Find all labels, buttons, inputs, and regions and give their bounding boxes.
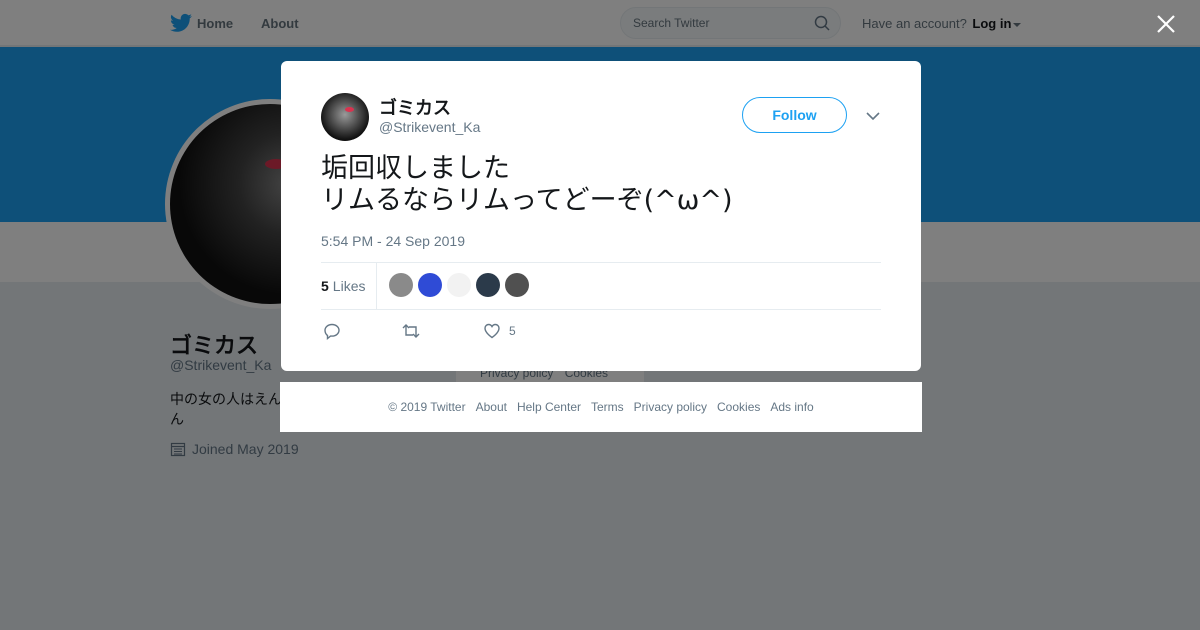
liker-avatars [389,273,529,297]
tweet-modal: ゴミカス @Strikevent_Ka Follow 垢回収しました リムるなら… [281,61,921,371]
liker-avatar[interactable] [447,273,471,297]
tweet-text-line: 垢回収しました [321,153,510,184]
follow-button[interactable]: Follow [742,97,847,133]
close-icon[interactable] [1155,13,1177,35]
author-avatar[interactable] [321,93,369,141]
footer-link-terms[interactable]: Terms [591,400,624,414]
liker-avatar[interactable] [505,273,529,297]
reply-button[interactable] [323,322,341,340]
divider [376,262,377,310]
likes-label: Likes [332,278,366,294]
heart-icon [484,323,500,339]
footer-link-privacy[interactable]: Privacy policy [634,400,707,414]
footer-link-about[interactable]: About [476,400,507,414]
liker-avatar[interactable] [476,273,500,297]
like-button[interactable]: 5 [483,322,516,340]
like-count: 5 [509,324,516,338]
footer-link-cookies[interactable]: Cookies [717,400,760,414]
author-name[interactable]: ゴミカス [379,94,451,120]
divider [321,262,881,263]
author-handle[interactable]: @Strikevent_Ka [379,119,480,135]
modal-footer: © 2019 Twitter About Help Center Terms P… [280,382,922,432]
chevron-down-icon[interactable] [865,108,881,124]
tweet-timestamp[interactable]: 5:54 PM - 24 Sep 2019 [321,233,465,249]
tweet-text-line: リムるならリムってどーぞ(^ω^) [321,185,733,216]
tweet-text: 垢回収しました リムるならリムってどーぞ(^ω^) [321,153,881,217]
liker-avatar[interactable] [389,273,413,297]
liker-avatar[interactable] [418,273,442,297]
likes-stat[interactable]: 5 Likes [321,278,365,294]
likes-count: 5 [321,278,329,294]
reply-icon [324,323,340,340]
footer-link-ads-info[interactable]: Ads info [770,400,813,414]
footer-copyright: © 2019 Twitter [388,400,466,414]
divider [321,309,881,310]
retweet-button[interactable] [402,322,420,340]
footer-link-help-center[interactable]: Help Center [517,400,581,414]
retweet-icon [402,324,420,338]
